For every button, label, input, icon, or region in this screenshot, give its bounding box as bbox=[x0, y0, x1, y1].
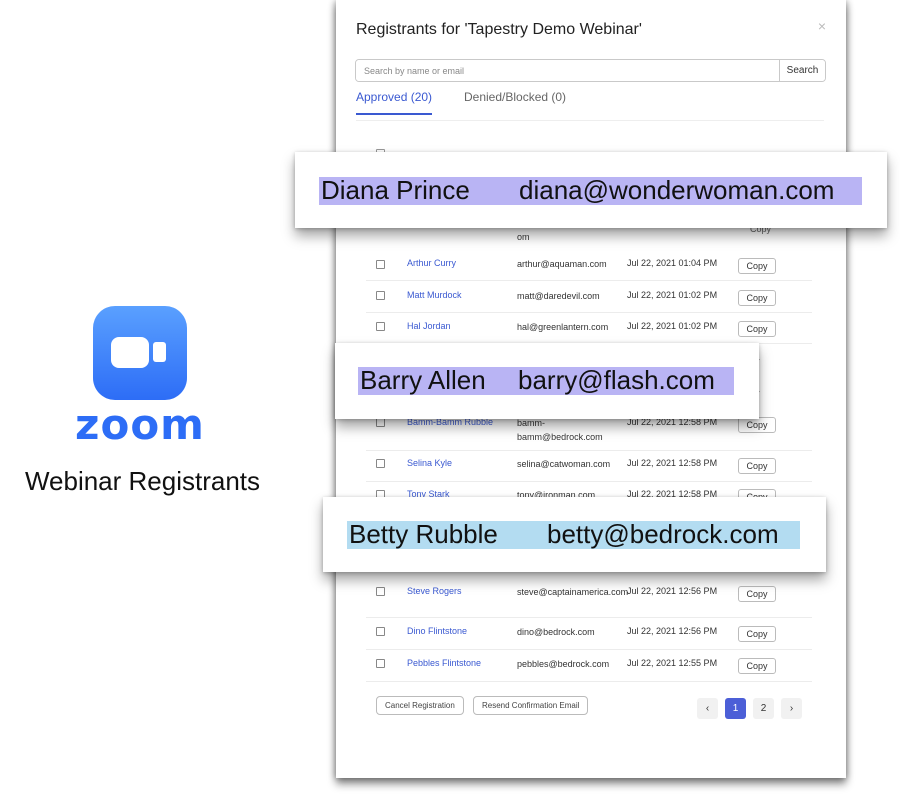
copy-button[interactable]: Copy bbox=[738, 658, 776, 674]
highlight-name: Barry Allen bbox=[360, 365, 486, 395]
registrant-name[interactable]: Arthur Curry bbox=[407, 258, 456, 268]
highlight-name: Diana Prince bbox=[321, 175, 470, 205]
registration-date: Jul 22, 2021 01:02 PM bbox=[627, 290, 718, 300]
registrant-email: hal@greenlantern.com bbox=[517, 322, 609, 332]
table-row: Matt Murdock matt@daredevil.com Jul 22, … bbox=[366, 281, 812, 313]
copy-button[interactable]: Copy bbox=[738, 417, 776, 433]
registrant-email: bamm-bamm@bedrock.com bbox=[517, 418, 603, 442]
row-checkbox[interactable] bbox=[376, 587, 385, 596]
registrant-name[interactable]: Matt Murdock bbox=[407, 290, 462, 300]
row-checkbox[interactable] bbox=[376, 291, 385, 300]
table-row: Arthur Curry arthur@aquaman.com Jul 22, … bbox=[366, 250, 812, 281]
copy-button[interactable]: Copy bbox=[738, 586, 776, 602]
tab-bar: Approved (20) Denied/Blocked (0) bbox=[356, 90, 824, 121]
row-checkbox[interactable] bbox=[376, 418, 385, 427]
registrant-email: pebbles@bedrock.com bbox=[517, 659, 610, 669]
email-fragment: om bbox=[517, 232, 530, 242]
copy-button[interactable]: Copy bbox=[738, 321, 776, 337]
highlight-email: betty@bedrock.com bbox=[547, 519, 779, 549]
highlight-email: diana@wonderwoman.com bbox=[519, 175, 835, 205]
registrant-name[interactable]: Steve Rogers bbox=[407, 586, 462, 596]
registrant-name[interactable]: Dino Flintstone bbox=[407, 626, 467, 636]
page-1-button[interactable]: 1 bbox=[725, 698, 746, 719]
search-button[interactable]: Search bbox=[779, 60, 825, 81]
table-row: Steve Rogers steve@captainamerica.com Ju… bbox=[366, 578, 812, 618]
row-checkbox[interactable] bbox=[376, 322, 385, 331]
zoom-logo: zoom bbox=[75, 400, 205, 449]
search-input[interactable] bbox=[356, 60, 779, 81]
registrant-name[interactable]: Pebbles Flintstone bbox=[407, 658, 481, 668]
page-subtitle: Webinar Registrants bbox=[24, 466, 261, 496]
copy-button[interactable]: Copy bbox=[738, 258, 776, 274]
tab-approved[interactable]: Approved (20) bbox=[356, 90, 433, 115]
dialog-title: Registrants for 'Tapestry Demo Webinar' bbox=[356, 21, 642, 38]
registration-date: Jul 22, 2021 01:04 PM bbox=[627, 258, 718, 268]
cancel-registration-button[interactable]: Cancel Registration bbox=[376, 696, 464, 715]
row-checkbox[interactable] bbox=[376, 260, 385, 269]
row-checkbox[interactable] bbox=[376, 627, 385, 636]
table-row: Hal Jordan hal@greenlantern.com Jul 22, … bbox=[366, 313, 812, 344]
registration-date: Jul 22, 2021 12:56 PM bbox=[627, 626, 718, 636]
copy-button[interactable]: Copy bbox=[738, 290, 776, 306]
resend-confirmation-button[interactable]: Resend Confirmation Email bbox=[473, 696, 589, 715]
registration-date: Jul 22, 2021 12:58 PM bbox=[627, 458, 718, 468]
registrant-email: selina@catwoman.com bbox=[517, 459, 611, 469]
table-row: Dino Flintstone dino@bedrock.com Jul 22,… bbox=[366, 618, 812, 650]
tab-denied-blocked[interactable]: Denied/Blocked (0) bbox=[464, 90, 566, 114]
copy-button[interactable]: Copy bbox=[738, 458, 776, 474]
registrant-email: matt@daredevil.com bbox=[517, 291, 600, 301]
highlight-bar: Betty Rubble betty@bedrock.com bbox=[347, 519, 800, 549]
highlight-bar: Diana Prince diana@wonderwoman.com bbox=[319, 175, 862, 205]
close-icon[interactable]: × bbox=[818, 18, 826, 34]
registrant-name[interactable]: Selina Kyle bbox=[407, 458, 452, 468]
next-page-button[interactable]: › bbox=[781, 698, 802, 719]
search-bar: Search bbox=[355, 59, 826, 82]
highlight-name: Betty Rubble bbox=[349, 519, 498, 549]
table-row: Pebbles Flintstone pebbles@bedrock.com J… bbox=[366, 650, 812, 682]
table-row: Selina Kyle selina@catwoman.com Jul 22, … bbox=[366, 451, 812, 482]
zoom-camera-icon bbox=[93, 306, 187, 400]
registrant-email: arthur@aquaman.com bbox=[517, 259, 607, 269]
registrant-email: dino@bedrock.com bbox=[517, 627, 595, 637]
registrant-email: steve@captainamerica.com bbox=[517, 587, 629, 597]
prev-page-button[interactable]: ‹ bbox=[697, 698, 718, 719]
row-checkbox[interactable] bbox=[376, 659, 385, 668]
highlight-bar: Barry Allen barry@flash.com bbox=[358, 365, 734, 395]
registration-date: Jul 22, 2021 12:56 PM bbox=[627, 586, 718, 596]
registration-date: Jul 22, 2021 12:55 PM bbox=[627, 658, 718, 668]
registration-date: Jul 22, 2021 01:02 PM bbox=[627, 321, 718, 331]
brand-panel: zoom Webinar Registrants bbox=[0, 0, 300, 804]
highlight-email: barry@flash.com bbox=[518, 365, 715, 395]
highlight-card: Diana Prince diana@wonderwoman.com bbox=[295, 152, 887, 228]
highlight-card: Betty Rubble betty@bedrock.com bbox=[323, 497, 826, 572]
page-2-button[interactable]: 2 bbox=[753, 698, 774, 719]
registrant-name[interactable]: Hal Jordan bbox=[407, 321, 451, 331]
row-checkbox[interactable] bbox=[376, 459, 385, 468]
highlight-card: Barry Allen barry@flash.com bbox=[335, 343, 759, 419]
copy-button[interactable]: Copy bbox=[738, 626, 776, 642]
